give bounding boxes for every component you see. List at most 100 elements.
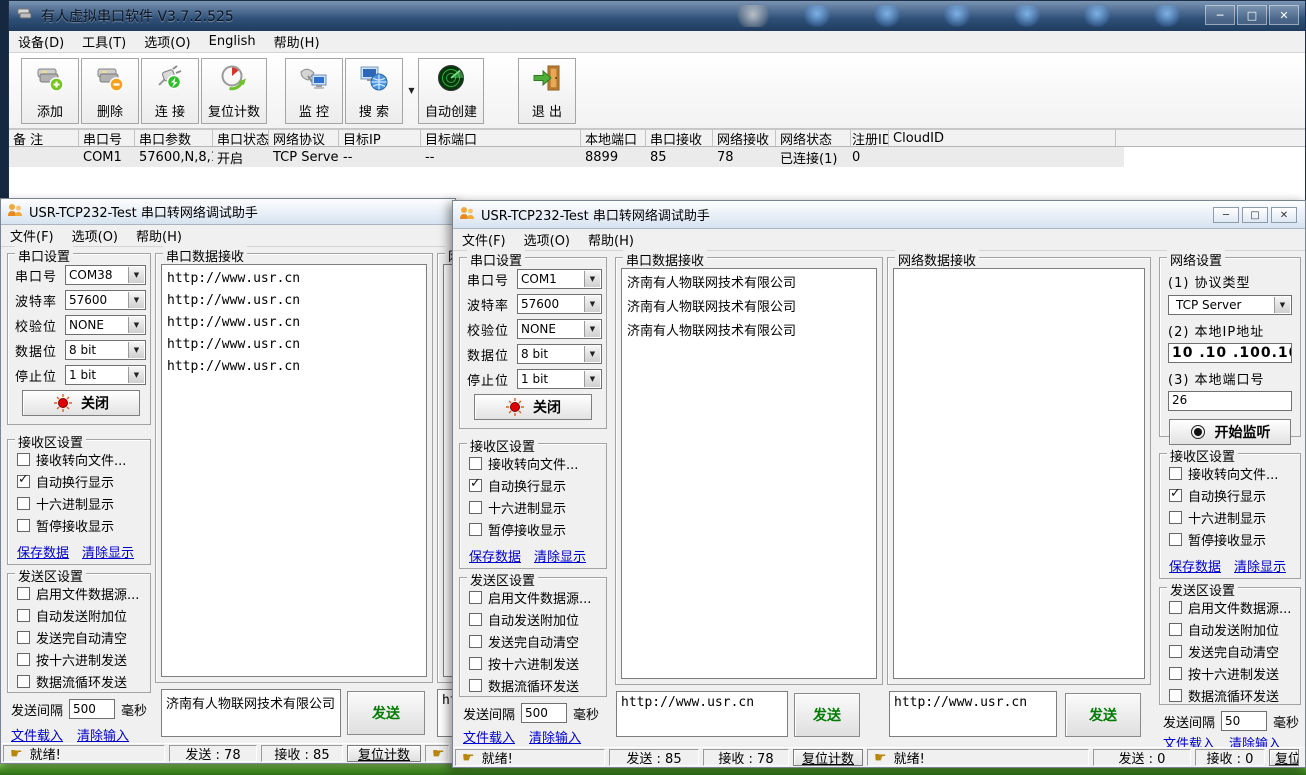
local-port-input[interactable]: 26 xyxy=(1168,391,1292,411)
com-port-select[interactable]: COM1▼ xyxy=(517,269,602,289)
restore-button[interactable]: □ xyxy=(1242,207,1268,223)
option-auto-linefeed[interactable]: 自动换行显示 xyxy=(1169,484,1300,506)
serial-send-input[interactable]: http://www.usr.cn xyxy=(616,691,788,737)
option-auto-append[interactable]: 自动发送附加位 xyxy=(1169,618,1300,640)
checkbox[interactable] xyxy=(469,679,482,692)
send-button[interactable]: 发送 xyxy=(347,691,425,735)
network-send-input[interactable]: http://www.usr.cn xyxy=(889,691,1057,737)
close-button[interactable]: ✕ xyxy=(1271,207,1297,223)
option-auto-linefeed[interactable]: 自动换行显示 xyxy=(469,474,606,496)
stopbits-select[interactable]: 1 bit▼ xyxy=(517,369,602,389)
col-serial-state[interactable]: 串口状态 xyxy=(213,130,269,146)
checkbox[interactable] xyxy=(1169,601,1182,614)
maximize-button[interactable]: □ xyxy=(1237,5,1267,25)
menu-file[interactable]: 文件(F) xyxy=(1,226,63,245)
checkbox[interactable] xyxy=(469,479,482,492)
chevron-down-icon[interactable]: ▼ xyxy=(584,296,600,312)
menu-options[interactable]: 选项(O) xyxy=(515,230,579,249)
minimize-button[interactable]: ─ xyxy=(1205,5,1235,25)
send-interval-input[interactable]: 50 xyxy=(1221,711,1267,731)
close-serial-button[interactable]: 关闭 xyxy=(474,394,592,420)
send-interval-input[interactable]: 500 xyxy=(69,699,115,719)
search-dropdown-arrow[interactable]: ▼ xyxy=(405,58,418,124)
clear-display-link[interactable]: 清除显示 xyxy=(1234,556,1286,575)
minimize-button[interactable]: ─ xyxy=(1213,207,1239,223)
serial-receive-area[interactable]: 济南有人物联网技术有限公司 济南有人物联网技术有限公司 济南有人物联网技术有限公… xyxy=(621,268,877,679)
col-cloud-id[interactable]: CloudID xyxy=(889,130,1116,146)
save-data-link[interactable]: 保存数据 xyxy=(1169,556,1221,575)
checkbox[interactable] xyxy=(469,501,482,514)
chevron-down-icon[interactable]: ▼ xyxy=(128,367,144,383)
checkbox[interactable] xyxy=(1169,645,1182,658)
option-pause-receive[interactable]: 暂停接收显示 xyxy=(469,518,606,540)
databits-select[interactable]: 8 bit▼ xyxy=(517,344,602,364)
checkbox[interactable] xyxy=(469,613,482,626)
option-loop-send[interactable]: 数据流循环发送 xyxy=(469,674,606,696)
chevron-down-icon[interactable]: ▼ xyxy=(128,342,144,358)
chevron-down-icon[interactable]: ▼ xyxy=(584,321,600,337)
clear-display-link[interactable]: 清除显示 xyxy=(534,546,586,565)
option-clear-after-send[interactable]: 发送完自动清空 xyxy=(1169,640,1300,662)
monitor-button[interactable]: 监 控 xyxy=(285,58,343,124)
checkbox[interactable] xyxy=(1169,489,1182,502)
save-data-link[interactable]: 保存数据 xyxy=(17,542,69,561)
baud-select[interactable]: 57600▼ xyxy=(517,294,602,314)
checkbox[interactable] xyxy=(1169,511,1182,524)
col-reg-id[interactable]: 注册ID xyxy=(851,130,889,146)
checkbox[interactable] xyxy=(1169,533,1182,546)
close-serial-button[interactable]: 关闭 xyxy=(22,390,140,416)
option-clear-after-send[interactable]: 发送完自动清空 xyxy=(469,630,606,652)
col-local-port[interactable]: 本地端口 xyxy=(581,130,646,146)
checkbox[interactable] xyxy=(1169,667,1182,680)
option-auto-append[interactable]: 自动发送附加位 xyxy=(17,604,150,626)
clear-input-link[interactable]: 清除输入 xyxy=(529,727,581,746)
checkbox[interactable] xyxy=(469,591,482,604)
chevron-down-icon[interactable]: ▼ xyxy=(584,271,600,287)
stopbits-select[interactable]: 1 bit▼ xyxy=(65,365,146,385)
checkbox[interactable] xyxy=(17,587,30,600)
option-file-datasource[interactable]: 启用文件数据源... xyxy=(469,586,606,608)
checkbox[interactable] xyxy=(469,635,482,648)
option-receive-to-file[interactable]: 接收转向文件... xyxy=(17,448,150,470)
chevron-down-icon[interactable]: ▼ xyxy=(584,346,600,362)
checkbox[interactable] xyxy=(1169,689,1182,702)
device-table-row[interactable]: COM1 57600,N,8,1 开启 TCP Server -- -- 889… xyxy=(9,147,1124,167)
checkbox[interactable] xyxy=(17,653,30,666)
baud-select[interactable]: 57600▼ xyxy=(65,290,146,310)
local-ip-input[interactable]: 10 .10 .100.101 xyxy=(1168,343,1292,363)
option-send-as-hex[interactable]: 按十六进制发送 xyxy=(469,652,606,674)
menu-file[interactable]: 文件(F) xyxy=(453,230,515,249)
col-target-port[interactable]: 目标端口 xyxy=(421,130,581,146)
start-listen-button[interactable]: 开始监听 xyxy=(1169,419,1291,445)
col-net-state[interactable]: 网络状态 xyxy=(776,130,851,146)
menu-device[interactable]: 设备(D) xyxy=(9,32,73,51)
exit-button[interactable]: 退 出 xyxy=(518,58,576,124)
col-note[interactable]: 备 注 xyxy=(9,130,79,146)
option-hex-display[interactable]: 十六进制显示 xyxy=(469,496,606,518)
chevron-down-icon[interactable]: ▼ xyxy=(1274,297,1290,313)
checkbox[interactable] xyxy=(17,675,30,688)
titlebar[interactable]: USR-TCP232-Test 串口转网络调试助手 ─ □ ✕ xyxy=(453,201,1305,229)
option-receive-to-file[interactable]: 接收转向文件... xyxy=(469,452,606,474)
menu-english[interactable]: English xyxy=(200,34,265,49)
chevron-down-icon[interactable]: ▼ xyxy=(128,292,144,308)
network-send-button[interactable]: 发送 xyxy=(1065,693,1141,737)
clear-display-link[interactable]: 清除显示 xyxy=(82,542,134,561)
network-receive-area[interactable] xyxy=(893,268,1145,679)
close-button[interactable]: ✕ xyxy=(1269,5,1299,25)
connect-button[interactable]: 连 接 xyxy=(141,58,199,124)
col-serial-rx[interactable]: 串口接收 xyxy=(646,130,713,146)
search-button[interactable]: 搜 索 xyxy=(345,58,403,124)
checkbox[interactable] xyxy=(1169,623,1182,636)
checkbox[interactable] xyxy=(17,631,30,644)
option-loop-send[interactable]: 数据流循环发送 xyxy=(1169,684,1300,706)
databits-select[interactable]: 8 bit▼ xyxy=(65,340,146,360)
checkbox[interactable] xyxy=(469,657,482,670)
reset-count-status-button[interactable]: 复位计数 xyxy=(347,745,421,762)
option-pause-receive[interactable]: 暂停接收显示 xyxy=(17,514,150,536)
col-com-port[interactable]: 串口号 xyxy=(79,130,135,146)
col-target-ip[interactable]: 目标IP xyxy=(339,130,421,146)
menu-tools[interactable]: 工具(T) xyxy=(73,32,135,51)
chevron-down-icon[interactable]: ▼ xyxy=(584,371,600,387)
checkbox[interactable] xyxy=(17,609,30,622)
